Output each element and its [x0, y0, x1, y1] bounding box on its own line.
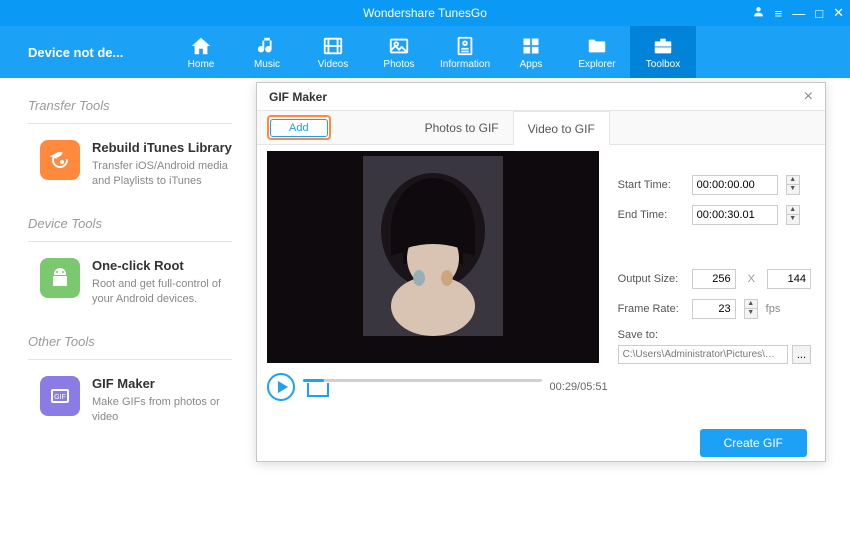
- end-time-spinner[interactable]: ▲▼: [786, 205, 800, 225]
- tab-video-to-gif[interactable]: Video to GIF: [513, 111, 610, 145]
- nav-apps[interactable]: Apps: [498, 26, 564, 78]
- tab-photos-to-gif[interactable]: Photos to GIF: [411, 111, 513, 145]
- tool-desc: Make GIFs from photos or video: [92, 395, 232, 426]
- section-transfer-tools: Transfer Tools: [28, 98, 232, 124]
- nav-videos[interactable]: Videos: [300, 26, 366, 78]
- modal-title: GIF Maker: [269, 90, 327, 104]
- tool-desc: Root and get full-control of your Androi…: [92, 277, 232, 308]
- titlebar: Wondershare TunesGo ≡ — □ ✕: [0, 0, 850, 26]
- dimension-x: X: [744, 273, 759, 285]
- browse-button[interactable]: ...: [792, 345, 811, 364]
- gif-icon: GIF: [40, 376, 80, 416]
- information-icon: [454, 35, 476, 57]
- fps-unit: fps: [766, 303, 781, 315]
- explorer-icon: [586, 35, 608, 57]
- tool-title: One-click Root: [92, 258, 232, 273]
- start-time-label: Start Time:: [618, 179, 684, 191]
- start-time-input[interactable]: [692, 175, 778, 195]
- gif-maker-modal: GIF Maker × Add Photos to GIF Video to G…: [256, 82, 826, 462]
- create-gif-button[interactable]: Create GIF: [700, 429, 807, 457]
- modal-body: 00:29/05:51 Start Time: ▲▼ End Time: ▲▼ …: [257, 145, 825, 423]
- user-icon[interactable]: [752, 5, 765, 21]
- tool-oneclick-root[interactable]: One-click Root Root and get full-control…: [28, 242, 232, 316]
- tool-title: GIF Maker: [92, 376, 232, 391]
- main-content: Transfer Tools Rebuild iTunes Library Tr…: [0, 78, 850, 542]
- range-handles[interactable]: [307, 383, 329, 397]
- apps-icon: [520, 35, 542, 57]
- play-icon: [278, 381, 288, 393]
- maximize-icon[interactable]: □: [815, 6, 823, 21]
- section-device-tools: Device Tools: [28, 216, 232, 242]
- add-button-highlight: Add: [267, 115, 331, 140]
- modal-header: GIF Maker ×: [257, 83, 825, 111]
- nav-music[interactable]: Music: [234, 26, 300, 78]
- end-time-label: End Time:: [618, 209, 684, 221]
- frame-rate-label: Frame Rate:: [618, 303, 684, 315]
- nav-explorer[interactable]: Explorer: [564, 26, 630, 78]
- root-icon: [40, 258, 80, 298]
- start-time-spinner[interactable]: ▲▼: [786, 175, 800, 195]
- save-path-input[interactable]: [618, 345, 788, 364]
- nav-toolbox[interactable]: Toolbox: [630, 26, 696, 78]
- nav-home[interactable]: Home: [168, 26, 234, 78]
- nav-information[interactable]: Information: [432, 26, 498, 78]
- menu-icon[interactable]: ≡: [775, 6, 783, 21]
- photos-icon: [388, 35, 410, 57]
- output-size-label: Output Size:: [618, 273, 684, 285]
- svg-text:GIF: GIF: [54, 394, 66, 401]
- nav-photos[interactable]: Photos: [366, 26, 432, 78]
- rebuild-itunes-icon: [40, 140, 80, 180]
- tool-title: Rebuild iTunes Library: [92, 140, 232, 155]
- gif-params: Start Time: ▲▼ End Time: ▲▼ Output Size:…: [608, 145, 825, 423]
- output-height-input[interactable]: [767, 269, 811, 289]
- close-icon[interactable]: ✕: [833, 5, 844, 21]
- topbar: Device not de... Home Music Videos Photo…: [0, 26, 850, 78]
- timeline-slider[interactable]: [303, 375, 542, 399]
- modal-tabs: Add Photos to GIF Video to GIF: [257, 111, 825, 145]
- tool-desc: Transfer iOS/Android media and Playlists…: [92, 159, 232, 190]
- titlebar-controls: ≡ — □ ✕: [752, 0, 844, 26]
- end-time-input[interactable]: [692, 205, 778, 225]
- music-icon: [256, 35, 278, 57]
- save-to-label: Save to:: [618, 329, 811, 341]
- video-area: 00:29/05:51: [257, 145, 608, 423]
- device-status: Device not de...: [0, 45, 168, 60]
- playback-controls: 00:29/05:51: [267, 373, 608, 401]
- nav: Home Music Videos Photos Information App…: [168, 26, 696, 78]
- videos-icon: [322, 35, 344, 57]
- time-display: 00:29/05:51: [550, 381, 608, 393]
- app-title: Wondershare TunesGo: [363, 6, 487, 20]
- frame-rate-input[interactable]: [692, 299, 736, 319]
- modal-footer: Create GIF: [257, 423, 825, 463]
- modal-close-icon[interactable]: ×: [804, 88, 813, 106]
- output-width-input[interactable]: [692, 269, 736, 289]
- add-button[interactable]: Add: [270, 119, 328, 137]
- minimize-icon[interactable]: —: [792, 6, 805, 21]
- tool-gif-maker[interactable]: GIF GIF Maker Make GIFs from photos or v…: [28, 360, 232, 434]
- tool-rebuild-itunes[interactable]: Rebuild iTunes Library Transfer iOS/Andr…: [28, 124, 232, 198]
- toolbox-sidebar: Transfer Tools Rebuild iTunes Library Tr…: [0, 78, 260, 453]
- frame-rate-spinner[interactable]: ▲▼: [744, 299, 758, 319]
- play-button[interactable]: [267, 373, 295, 401]
- video-preview[interactable]: [267, 151, 599, 363]
- toolbox-icon: [652, 35, 674, 57]
- home-icon: [190, 35, 212, 57]
- section-other-tools: Other Tools: [28, 334, 232, 360]
